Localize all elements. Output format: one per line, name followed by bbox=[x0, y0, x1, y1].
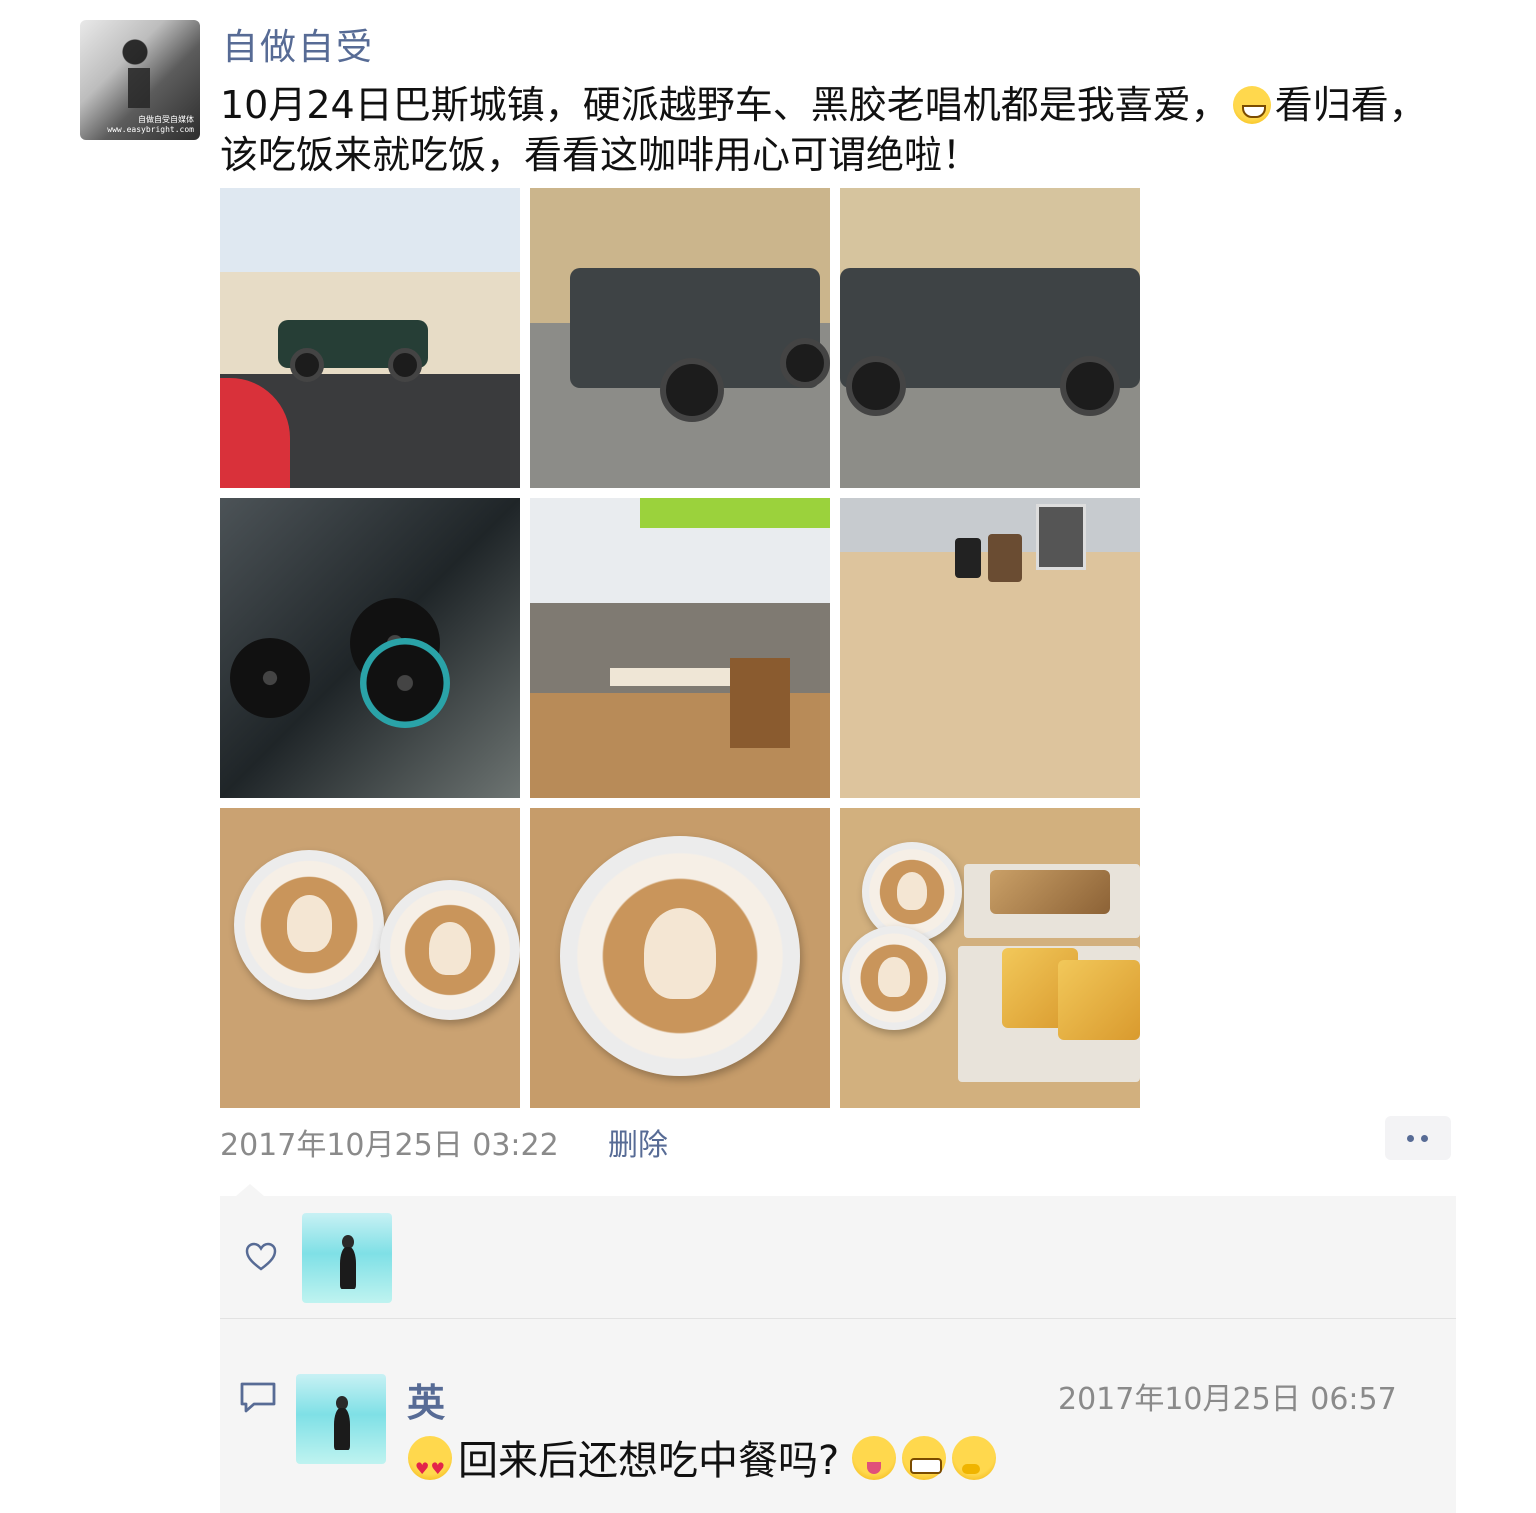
wheel bbox=[660, 358, 724, 422]
cafe-interior-photo[interactable] bbox=[530, 498, 830, 798]
latte-cup bbox=[380, 880, 520, 1020]
commenter-name[interactable]: 英 bbox=[407, 1372, 445, 1427]
wheel bbox=[780, 338, 830, 388]
grimacing-emoji-icon bbox=[901, 1436, 946, 1480]
avatar-caption: 自做自受自媒体 www.easybright.com bbox=[107, 115, 194, 134]
turntables-shop-window-photo[interactable] bbox=[220, 498, 520, 798]
cafe-chair bbox=[730, 658, 790, 748]
comment-text[interactable]: 回来后还想吃中餐吗? bbox=[408, 1436, 1002, 1494]
menu-stand bbox=[1036, 504, 1086, 570]
cheese-toast bbox=[1058, 960, 1140, 1040]
post-text: 10月24日巴斯城镇，硬派越野车、黑胶老唱机都是我喜爱， 看归看，该吃饭来就吃饭，… bbox=[220, 80, 1450, 180]
post-author-avatar[interactable]: 自做自受自媒体 www.easybright.com bbox=[80, 20, 200, 140]
wheel bbox=[290, 348, 324, 382]
avatar-body bbox=[339, 1247, 356, 1289]
wheel bbox=[846, 356, 906, 416]
heart-outline-icon bbox=[245, 1242, 277, 1271]
grey-defender-front-photo[interactable] bbox=[530, 188, 830, 488]
avatar-body bbox=[333, 1408, 350, 1450]
latte-cup bbox=[560, 836, 800, 1076]
wooden-table-photo[interactable] bbox=[840, 498, 1140, 798]
latte-cup bbox=[862, 842, 962, 942]
grinning-face-emoji-icon bbox=[1232, 86, 1271, 124]
condiment-jar bbox=[988, 534, 1022, 582]
panel-divider bbox=[220, 1318, 1456, 1319]
winking-tongue-emoji-icon bbox=[851, 1436, 896, 1480]
delete-link[interactable]: 删除 bbox=[608, 1120, 668, 1164]
green-ceiling-panel bbox=[640, 498, 830, 528]
more-actions-button[interactable] bbox=[1385, 1116, 1451, 1160]
post-text-part-1: 10月24日巴斯城镇，硬派越野车、黑胶老唱机都是我喜爱， bbox=[220, 83, 1229, 127]
latte-cup bbox=[234, 850, 384, 1000]
turntable bbox=[230, 638, 310, 718]
dot-icon bbox=[1407, 1135, 1414, 1142]
street-land-rover-photo[interactable] bbox=[220, 188, 520, 488]
two-lattes-photo[interactable] bbox=[220, 808, 520, 1108]
wheel bbox=[1060, 356, 1120, 416]
comment-timestamp: 2017年10月25日 06:57 bbox=[1058, 1382, 1397, 1417]
thinking-emoji-icon bbox=[951, 1436, 996, 1480]
heart-eyes-emoji-icon bbox=[408, 1436, 452, 1494]
liker-avatar[interactable] bbox=[302, 1213, 392, 1303]
red-car bbox=[220, 378, 290, 488]
pastry bbox=[990, 870, 1110, 914]
post-timestamp: 2017年10月25日 03:22 bbox=[220, 1128, 559, 1163]
grey-defender-side-photo[interactable] bbox=[840, 188, 1140, 488]
commenter-avatar[interactable] bbox=[296, 1374, 386, 1464]
panel-arrow bbox=[236, 1184, 264, 1196]
comment-bubble-icon bbox=[240, 1382, 276, 1413]
latte-art-closeup-photo[interactable] bbox=[530, 808, 830, 1108]
wheel bbox=[388, 348, 422, 382]
avatar-figure bbox=[110, 38, 160, 108]
coffee-and-toast-photo[interactable] bbox=[840, 808, 1140, 1108]
grinder bbox=[955, 538, 981, 578]
dot-icon bbox=[1421, 1135, 1428, 1142]
comment-text-body: 回来后还想吃中餐吗? bbox=[458, 1438, 840, 1484]
post-author-name[interactable]: 自做自受 bbox=[222, 18, 374, 70]
latte-cup bbox=[842, 926, 946, 1030]
turntable bbox=[360, 638, 450, 728]
cafe-table bbox=[610, 668, 730, 686]
